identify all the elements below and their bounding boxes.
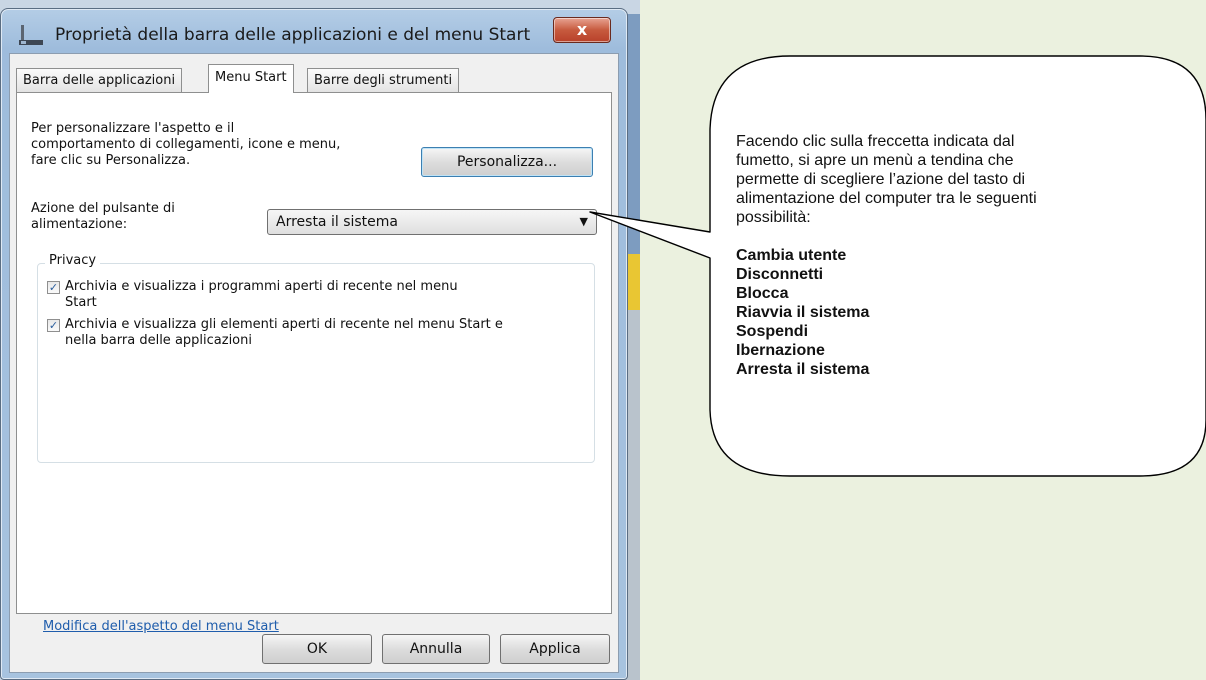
callout-text: Facendo clic sulla freccetta indicata da… [736,132,1146,379]
callout-line: Facendo clic sulla freccetta indicata da… [736,133,1015,150]
tab-start-menu[interactable]: Menu Start [208,64,294,93]
power-option: Cambia utente [736,247,847,264]
power-option: Ibernazione [736,342,825,359]
power-option: Sospendi [736,323,809,340]
callout-line: possibilità: [736,209,811,226]
power-option: Arresta il sistema [736,361,870,378]
callout-line: fumetto, si apre un menù a tendina che [736,152,1014,169]
power-option: Disconnetti [736,266,824,283]
callout-line: alimentazione del computer tra le seguen… [736,190,1037,207]
callout-line: permette di scegliere l’azione del tasto… [736,171,1026,188]
power-options-list: Cambia utente Disconnetti Blocca Riavvia… [736,246,1146,379]
power-option: Blocca [736,285,789,302]
power-option: Riavvia il sistema [736,304,870,321]
